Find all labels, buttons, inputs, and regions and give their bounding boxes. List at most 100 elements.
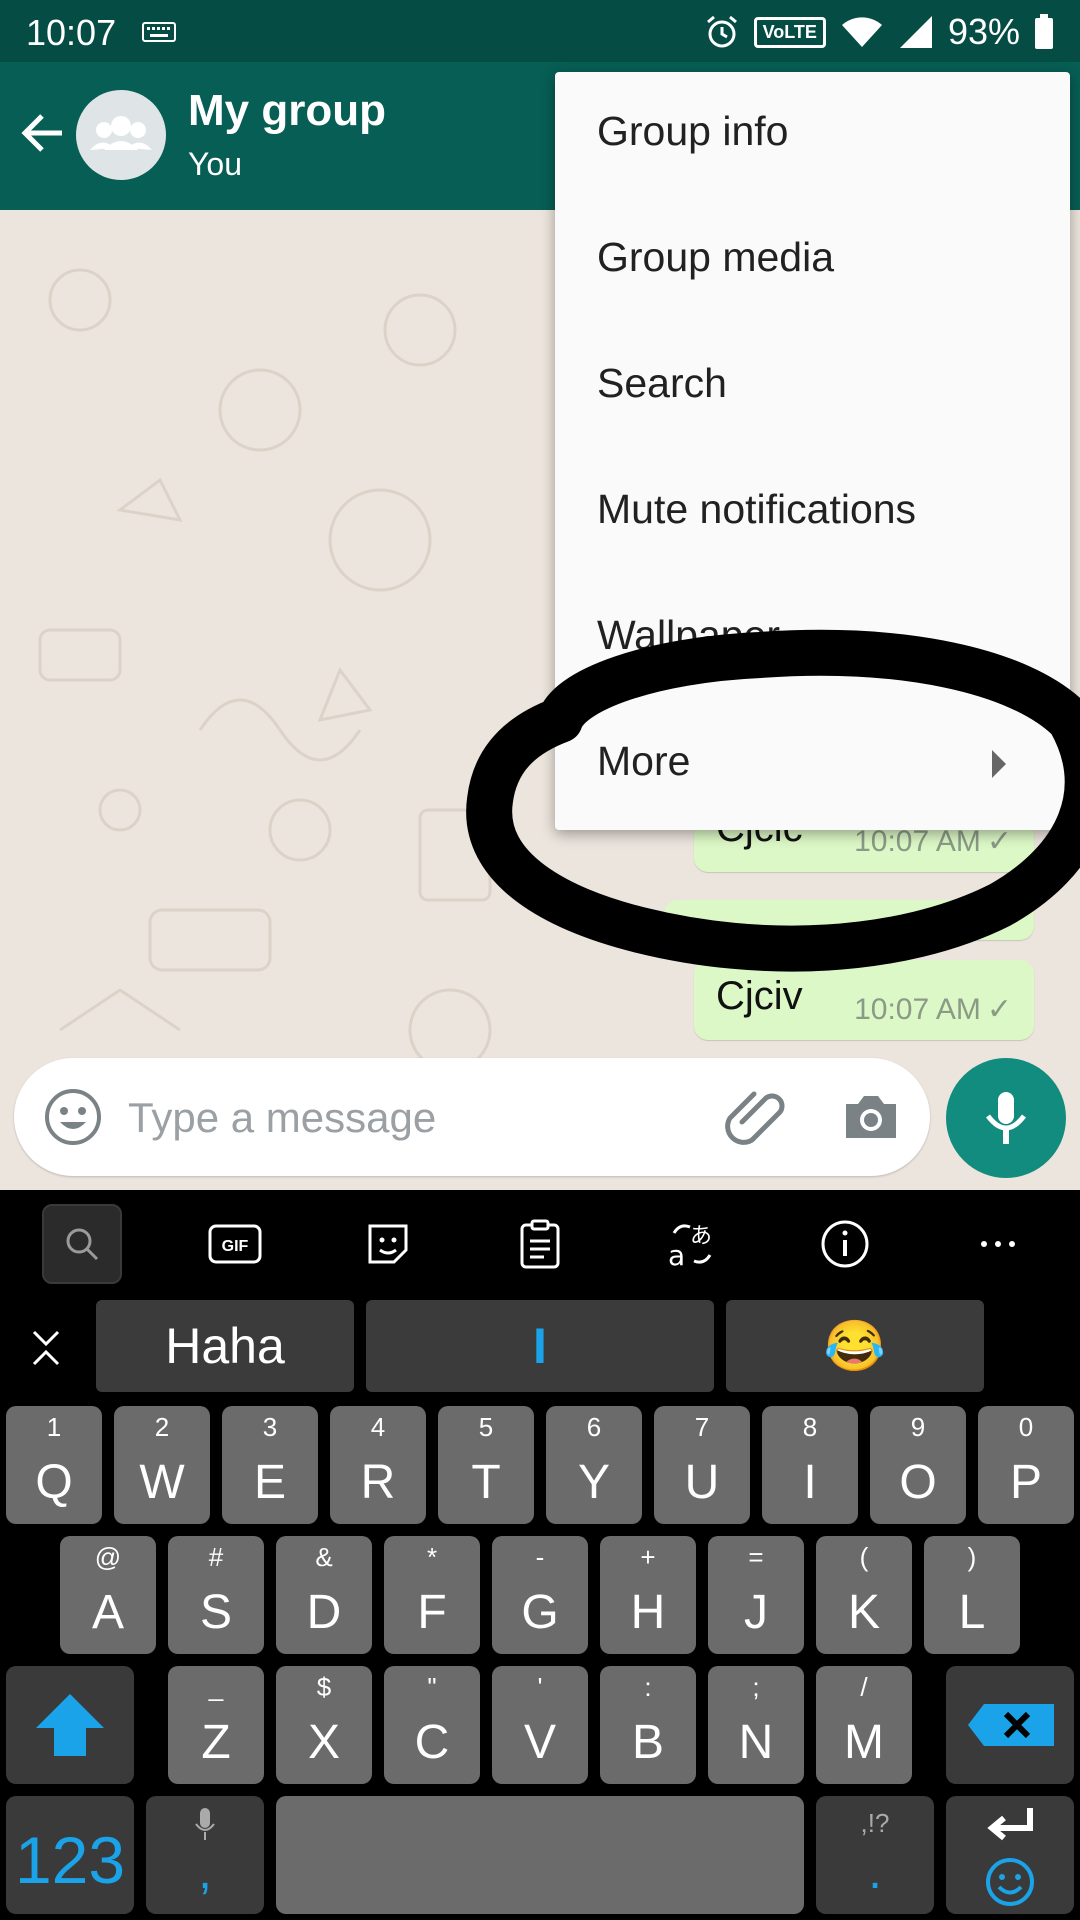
group-avatar[interactable] [76, 90, 166, 180]
menu-item-mute-notifications[interactable]: Mute notifications [555, 450, 1070, 576]
message-bubble[interactable]: Cjciv 10:07 AM ✓ [694, 960, 1034, 1040]
key-alt: 9 [910, 1412, 926, 1442]
svg-text:あ: あ [690, 1224, 712, 1249]
suggestion-chip[interactable]: 😂 [726, 1300, 984, 1392]
key-f[interactable]: * F [384, 1536, 480, 1654]
attach-icon[interactable] [722, 1082, 792, 1152]
back-arrow-icon[interactable] [18, 108, 68, 158]
enter-key[interactable] [946, 1796, 1074, 1914]
clipboard-icon [520, 1219, 560, 1269]
key-s[interactable]: # S [168, 1536, 264, 1654]
key-g[interactable]: -G [492, 1536, 588, 1654]
translate-button[interactable]: aあ [652, 1204, 732, 1284]
key-v[interactable]: ' V [492, 1666, 588, 1784]
key-main: S [199, 1586, 232, 1639]
status-time: 10:07 [26, 12, 117, 53]
key-t[interactable]: 5T [438, 1406, 534, 1524]
key-d[interactable]: & D [276, 1536, 372, 1654]
key-u[interactable]: 7U [654, 1406, 750, 1524]
sticker-icon [368, 1224, 408, 1264]
voice-record-button[interactable] [946, 1058, 1066, 1178]
key-y[interactable]: 6Y [546, 1406, 642, 1524]
menu-item-more[interactable]: More [555, 702, 1070, 828]
alarm-icon [706, 15, 737, 48]
sticker-button[interactable] [348, 1204, 428, 1284]
emoji-key-icon [986, 1858, 1034, 1906]
key-alt: 3 [262, 1412, 278, 1442]
key-main: O [899, 1456, 937, 1509]
key-r[interactable]: 4R [330, 1406, 426, 1524]
key-k[interactable]: (K [816, 1536, 912, 1654]
key-m[interactable]: / M [816, 1666, 912, 1784]
key-x[interactable]: $ X [276, 1666, 372, 1784]
collapse-icon[interactable] [28, 1328, 64, 1368]
menu-item-label: Mute notifications [597, 486, 917, 532]
key-e[interactable]: 3E [222, 1406, 318, 1524]
key-h[interactable]: + H [600, 1536, 696, 1654]
key-b[interactable]: :B [600, 1666, 696, 1784]
camera-icon[interactable] [840, 1086, 902, 1148]
key-main: P [1009, 1456, 1042, 1509]
gif-button[interactable]: GIF [195, 1204, 275, 1284]
more-options-button[interactable] [958, 1204, 1038, 1284]
suggestion-chip[interactable]: Haha [96, 1300, 354, 1392]
key-alt: 6 [586, 1412, 602, 1442]
submenu-arrow-icon [992, 750, 1006, 778]
battery-percent: 93% [947, 11, 1020, 52]
chat-title[interactable]: My group [188, 86, 386, 136]
key-main: Z [201, 1716, 231, 1769]
key-alt: : [644, 1672, 652, 1702]
key-l[interactable]: ) L [924, 1536, 1020, 1654]
message-bubble[interactable] [664, 900, 1034, 940]
key-main: G [521, 1586, 559, 1639]
emoji-icon[interactable] [42, 1086, 104, 1148]
key-main: V [523, 1716, 556, 1769]
info-button[interactable] [805, 1204, 885, 1284]
numbers-key[interactable]: 123 [6, 1796, 134, 1914]
key-alt: 8 [802, 1412, 818, 1442]
key-j[interactable]: = J [708, 1536, 804, 1654]
key-alt: 0 [1018, 1412, 1034, 1442]
period-key[interactable]: ,!? . [816, 1796, 934, 1914]
key-main: A [91, 1586, 124, 1639]
key-z[interactable]: _ Z [168, 1666, 264, 1784]
group-icon [90, 116, 152, 150]
voice-input-icon [195, 1808, 215, 1840]
key-main: X [307, 1716, 340, 1769]
message-input[interactable]: Type a message [128, 1094, 436, 1142]
menu-item-group-media[interactable]: Group media [555, 198, 1070, 324]
backspace-key[interactable] [946, 1666, 1074, 1784]
menu-item-label: Wallpaper [597, 612, 781, 658]
battery-icon [1035, 14, 1053, 49]
space-bar[interactable] [276, 1796, 804, 1914]
key-o[interactable]: 9O [870, 1406, 966, 1524]
clipboard-button[interactable] [500, 1204, 580, 1284]
period-label: . [868, 1846, 882, 1899]
menu-item-label: Group info [597, 108, 789, 154]
message-composer: Type a message [14, 1058, 930, 1176]
search-icon [66, 1228, 99, 1261]
volte-badge: VoLTE [753, 16, 826, 48]
menu-item-wallpaper[interactable]: Wallpaper [555, 576, 1070, 702]
key-n[interactable]: ; N [708, 1666, 804, 1784]
key-i[interactable]: 8I [762, 1406, 858, 1524]
shift-key[interactable] [6, 1666, 134, 1784]
comma-key[interactable]: , [146, 1796, 264, 1914]
key-w[interactable]: 2W [114, 1406, 210, 1524]
key-c[interactable]: " C [384, 1666, 480, 1784]
key-p[interactable]: 0P [978, 1406, 1074, 1524]
key-main: R [360, 1456, 396, 1509]
key-main: I [803, 1456, 817, 1509]
menu-item-search[interactable]: Search [555, 324, 1070, 450]
suggestion-chip[interactable]: I [366, 1300, 714, 1392]
keyboard-search-button[interactable] [42, 1204, 122, 1284]
enter-icon [987, 1808, 1033, 1841]
menu-item-label: More [597, 738, 691, 784]
key-main: D [306, 1586, 342, 1639]
key-alt: 2 [154, 1412, 170, 1442]
key-alt: + [640, 1542, 656, 1572]
key-a[interactable]: @ A [60, 1536, 156, 1654]
menu-item-group-info[interactable]: Group info [555, 72, 1070, 198]
message-meta: 10:07 AM ✓ [854, 992, 1012, 1027]
key-q[interactable]: 1Q [6, 1406, 102, 1524]
